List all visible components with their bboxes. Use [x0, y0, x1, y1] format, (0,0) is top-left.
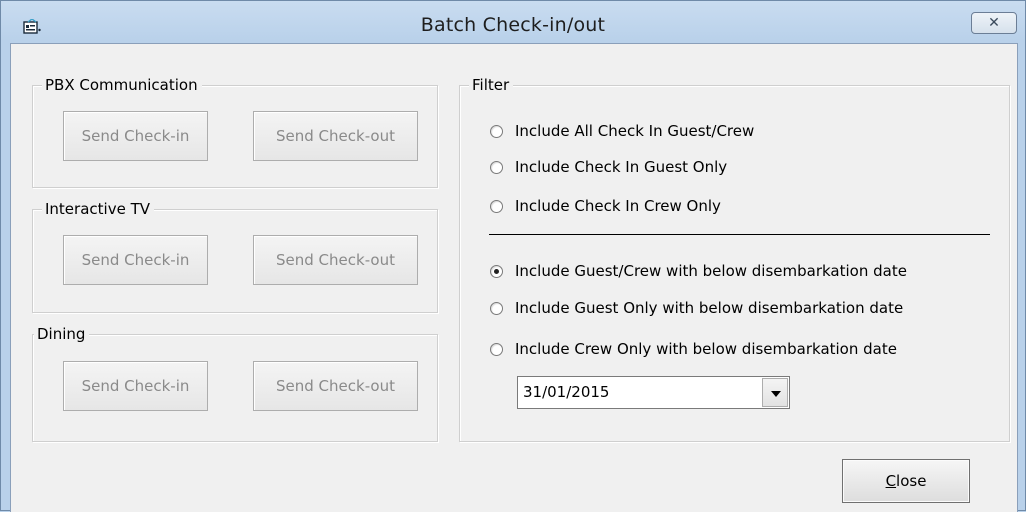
radio-button[interactable]	[490, 301, 503, 315]
dining-group: Dining Send Check-in Send Check-out	[32, 324, 438, 442]
filter-option-guest-only[interactable]: Include Check In Guest Only	[490, 157, 727, 177]
filter-option-guest-date[interactable]: Include Guest Only with below disembarka…	[490, 298, 903, 318]
radio-button[interactable]	[490, 199, 503, 213]
filter-option-label: Include Check In Crew Only	[515, 197, 721, 215]
window-title: Batch Check-in/out	[420, 14, 606, 36]
filter-separator	[489, 234, 990, 235]
filter-option-guest-crew-date[interactable]: Include Guest/Crew with below disembarka…	[490, 261, 907, 281]
interactive-tv-group: Interactive TV Send Check-in Send Check-…	[32, 199, 438, 313]
radio-button-selected[interactable]	[490, 264, 503, 278]
disembarkation-date-dropdown[interactable]: 31/01/2015	[517, 376, 790, 409]
filter-option-label: Include Guest/Crew with below disembarka…	[515, 262, 907, 280]
radio-button[interactable]	[490, 124, 503, 138]
close-label: lose	[896, 472, 927, 490]
pbx-communication-legend: PBX Communication	[42, 75, 202, 95]
filter-option-label: Include All Check In Guest/Crew	[515, 122, 755, 140]
filter-legend: Filter	[469, 75, 514, 95]
filter-option-label: Include Crew Only with below disembarkat…	[515, 340, 897, 358]
pbx-send-checkin-button[interactable]: Send Check-in	[63, 111, 208, 161]
chevron-down-icon[interactable]	[762, 378, 788, 407]
filter-group: Filter Include All Check In Guest/Crew I…	[459, 75, 1010, 442]
filter-option-label: Include Guest Only with below disembarka…	[515, 299, 904, 317]
filter-option-all-checkin[interactable]: Include All Check In Guest/Crew	[490, 121, 754, 141]
close-mnemonic: C	[885, 472, 897, 490]
itv-send-checkout-button[interactable]: Send Check-out	[253, 235, 418, 285]
filter-option-label: Include Check In Guest Only	[515, 158, 728, 176]
pbx-communication-group: PBX Communication Send Check-in Send Che…	[32, 75, 438, 188]
date-value: 31/01/2015	[523, 383, 610, 401]
dining-legend: Dining	[34, 324, 90, 344]
filter-option-crew-date[interactable]: Include Crew Only with below disembarkat…	[490, 339, 897, 359]
close-icon[interactable]: ✕	[971, 12, 1017, 34]
batch-checkin-window: Batch Check-in/out ✕ PBX Communication S…	[0, 0, 1026, 512]
interactive-tv-legend: Interactive TV	[42, 199, 154, 219]
radio-button[interactable]	[490, 342, 503, 356]
filter-option-crew-only[interactable]: Include Check In Crew Only	[490, 196, 721, 216]
pbx-send-checkout-button[interactable]: Send Check-out	[253, 111, 418, 161]
dining-send-checkout-button[interactable]: Send Check-out	[253, 361, 418, 411]
close-button[interactable]: Close	[842, 459, 970, 503]
radio-button[interactable]	[490, 160, 503, 174]
dialog-body: PBX Communication Send Check-in Send Che…	[10, 43, 1018, 512]
dining-send-checkin-button[interactable]: Send Check-in	[63, 361, 208, 411]
itv-send-checkin-button[interactable]: Send Check-in	[63, 235, 208, 285]
title-bar[interactable]: Batch Check-in/out ✕	[1, 1, 1025, 43]
